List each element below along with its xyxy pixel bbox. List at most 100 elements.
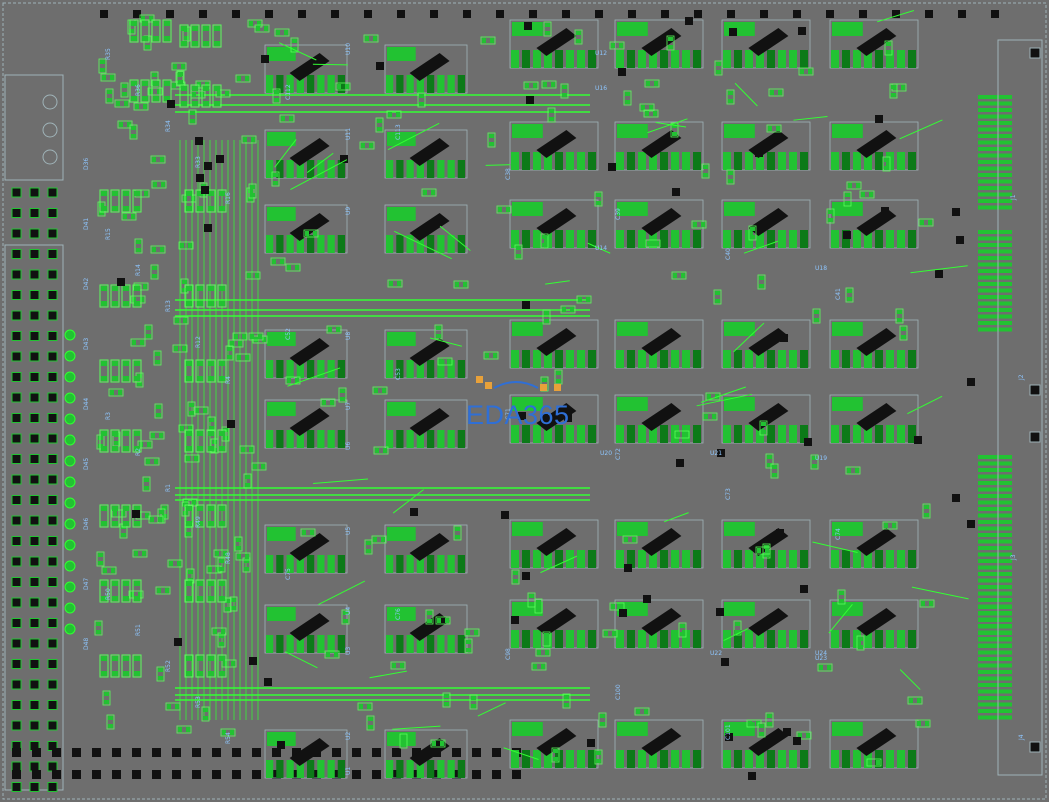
via-pad [172,770,181,779]
smd-pad [761,422,766,426]
ic-pin [671,630,679,648]
ic-pin [427,160,435,178]
smd-pad [123,214,127,219]
ic-pin [767,630,775,648]
designator-label: U21 [710,450,722,457]
ic-pin [266,635,274,653]
test-point [277,741,285,749]
ic-pin [386,555,394,573]
ic-pin [693,550,701,568]
ic-pin [427,430,435,448]
array-pad [112,376,118,381]
smd-pad [536,600,541,604]
edge-connector-pin [978,644,1012,648]
smd-pad [186,456,190,461]
ic-pin [427,75,435,93]
smd-pad [901,327,906,331]
smd-pad [735,622,740,626]
smd-pad [444,694,449,698]
round-pad [64,392,76,404]
ic-pin [447,635,455,653]
via-pad [152,770,161,779]
designator-label: U19 [815,455,827,462]
array-pad [219,206,225,211]
ic-pin [660,152,668,170]
array-pad [123,506,129,511]
edge-connector-pin [978,108,1012,112]
designator-label: R3 [105,412,112,420]
test-point [201,186,209,194]
smd-pad [287,265,291,270]
designator-label: C38 [505,168,512,180]
edge-connector-pin [978,160,1012,164]
header-pad [11,228,22,239]
via-pad [372,748,381,757]
smd-pad [108,716,113,720]
header-pad [29,228,40,239]
ic-pin [266,555,274,573]
ic-pin [286,160,294,178]
test-point [524,22,532,30]
smd-pad [230,341,234,346]
smd-pad [369,143,373,148]
designator-label: D48 [83,638,90,650]
ic-pin [276,360,284,378]
smd-pad [845,201,850,205]
ic-pin [327,235,335,253]
smd-pad [103,568,107,573]
via-pad [100,10,108,18]
ic-pin [457,75,465,93]
smd-pad [245,554,249,559]
ic-pin [427,760,435,778]
test-point [952,208,960,216]
ic-pin [842,50,850,68]
smd-pad [847,289,852,293]
designator-label: C40 [725,248,732,260]
header-pad [11,433,22,444]
ic-pad [617,522,648,536]
array-pad [203,26,209,31]
array-pad [186,581,192,586]
header-pad [47,372,58,382]
smd-pad [562,85,567,89]
ic-pin [693,230,701,248]
via-pad [52,748,61,757]
smd-pad [525,83,529,88]
header-pad [11,310,22,321]
array-pad [134,581,140,586]
ic-pin [778,630,786,648]
smd-pad [858,637,863,641]
ic-pin [577,630,585,648]
array-pad [186,671,192,676]
smd-pad [249,21,253,26]
round-pad [64,434,76,446]
smd-pad [305,231,309,236]
ic-pin [327,760,335,778]
round-pad [64,602,76,614]
ic-pin [406,430,414,448]
edge-connector-pin [978,618,1012,622]
smd-pad [134,551,138,556]
via-pad [332,748,341,757]
smd-pad [238,341,242,346]
header-pad [11,474,22,485]
array-pad [134,521,140,526]
ic-pad [267,607,296,621]
array-pad [197,361,203,366]
via-pad [132,748,141,757]
ic-pin [555,350,563,368]
smd-pad [177,561,181,566]
smd-pad [121,533,126,537]
smd-pad [855,468,859,473]
ic-pin [396,160,404,178]
smd-pad [673,273,677,278]
edge-connector-pin [978,173,1012,177]
ic-pin [800,50,808,68]
header-pad [47,392,58,403]
header-pad [11,208,22,218]
ic-pad [387,527,416,541]
smd-pad [131,214,135,219]
smd-pad [645,111,649,116]
smd-pad [427,611,432,615]
ic-pin [286,635,294,653]
